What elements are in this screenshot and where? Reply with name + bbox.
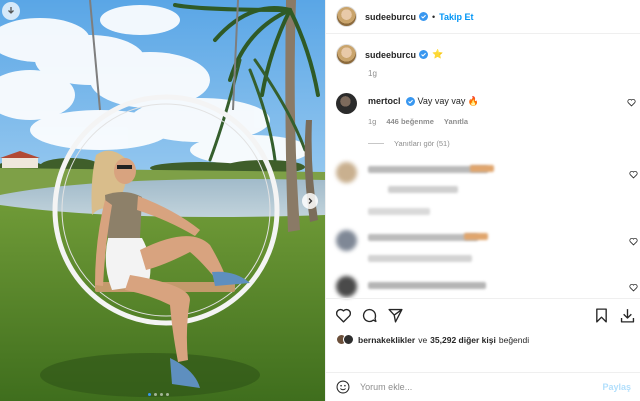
download-button[interactable] bbox=[2, 2, 20, 20]
view-replies-label: Yanıtları gör (51) bbox=[394, 139, 450, 148]
heart-icon[interactable] bbox=[627, 98, 636, 107]
carousel-dot[interactable] bbox=[154, 393, 157, 396]
comment-body: mertocl Vay vay vay 🔥 bbox=[368, 96, 479, 107]
comment-icon[interactable] bbox=[361, 307, 378, 324]
follow-button[interactable]: Takip Et bbox=[439, 12, 473, 22]
view-replies-button[interactable]: Yanıtları gör (51) bbox=[368, 139, 450, 148]
post-details-panel: sudeeburcu • Takip Et sudeeburcu ⭐ 1g me… bbox=[325, 0, 640, 401]
blurred-text bbox=[368, 234, 478, 241]
chevron-right-icon bbox=[308, 198, 313, 204]
blurred-emoji bbox=[464, 233, 488, 240]
comment-text: Vay vay vay 🔥 bbox=[417, 96, 480, 106]
likes-suffix: beğendi bbox=[498, 334, 530, 345]
post-caption: sudeeburcu ⭐ bbox=[336, 44, 443, 65]
post-header: sudeeburcu • Takip Et bbox=[326, 0, 640, 34]
likes-summary: bernakeklikler ve 35,292 diğer kişi beğe… bbox=[336, 334, 529, 345]
comment-meta: 1g 446 beğenme Yanıtla bbox=[368, 117, 468, 126]
blurred-comment bbox=[326, 228, 640, 273]
heart-icon[interactable] bbox=[335, 307, 352, 324]
send-icon[interactable] bbox=[387, 307, 404, 324]
avatar bbox=[336, 276, 357, 297]
avatar bbox=[336, 162, 357, 183]
carousel-dots bbox=[148, 393, 169, 396]
comment-input[interactable] bbox=[360, 382, 580, 392]
carousel-dot[interactable] bbox=[166, 393, 169, 396]
heart-icon[interactable] bbox=[629, 170, 638, 179]
comment-username[interactable]: mertocl bbox=[368, 96, 401, 106]
avatar[interactable] bbox=[336, 6, 357, 27]
next-slide-button[interactable] bbox=[302, 193, 318, 209]
swing-photo-scene bbox=[0, 0, 325, 401]
heart-icon[interactable] bbox=[629, 237, 638, 246]
blurred-text bbox=[368, 282, 486, 289]
blurred-text bbox=[388, 186, 458, 193]
avatar bbox=[336, 230, 357, 251]
blurred-text bbox=[368, 208, 430, 215]
blurred-comment bbox=[326, 158, 640, 218]
header-separator: • bbox=[432, 11, 436, 22]
avatar[interactable] bbox=[336, 93, 357, 114]
blurred-comment bbox=[326, 274, 640, 298]
likes-first-user[interactable]: bernakeklikler bbox=[358, 335, 415, 345]
author-username[interactable]: sudeeburcu bbox=[365, 12, 416, 22]
likes-joiner: ve bbox=[418, 334, 428, 345]
blurred-text bbox=[368, 255, 472, 262]
add-comment-bar: Paylaş bbox=[326, 372, 640, 401]
verified-badge-icon bbox=[419, 12, 429, 21]
blurred-emoji bbox=[470, 165, 494, 172]
avatar[interactable] bbox=[343, 334, 354, 345]
download-icon[interactable] bbox=[619, 307, 636, 324]
download-icon bbox=[8, 7, 14, 14]
smiley-icon[interactable] bbox=[336, 380, 350, 394]
heart-icon[interactable] bbox=[629, 283, 638, 292]
comment-timestamp[interactable]: 1g bbox=[368, 117, 376, 126]
post-actions-bar bbox=[326, 298, 640, 330]
comment-likes[interactable]: 446 beğenme bbox=[386, 117, 434, 126]
verified-badge-icon bbox=[406, 97, 416, 107]
likes-others[interactable]: 35,292 diğer kişi bbox=[430, 335, 496, 345]
post-comment-button[interactable]: Paylaş bbox=[602, 382, 631, 392]
post-photo[interactable] bbox=[0, 0, 325, 401]
bookmark-icon[interactable] bbox=[593, 307, 610, 324]
avatar[interactable] bbox=[336, 44, 357, 65]
caption-timestamp[interactable]: 1g bbox=[368, 69, 377, 78]
reply-button[interactable]: Yanıtla bbox=[444, 117, 468, 126]
carousel-dot[interactable] bbox=[148, 393, 151, 396]
replies-divider bbox=[368, 143, 384, 144]
caption-username[interactable]: sudeeburcu bbox=[365, 50, 416, 60]
verified-badge-icon bbox=[419, 50, 429, 59]
carousel-dot[interactable] bbox=[160, 393, 163, 396]
caption-text: ⭐ bbox=[432, 49, 444, 59]
